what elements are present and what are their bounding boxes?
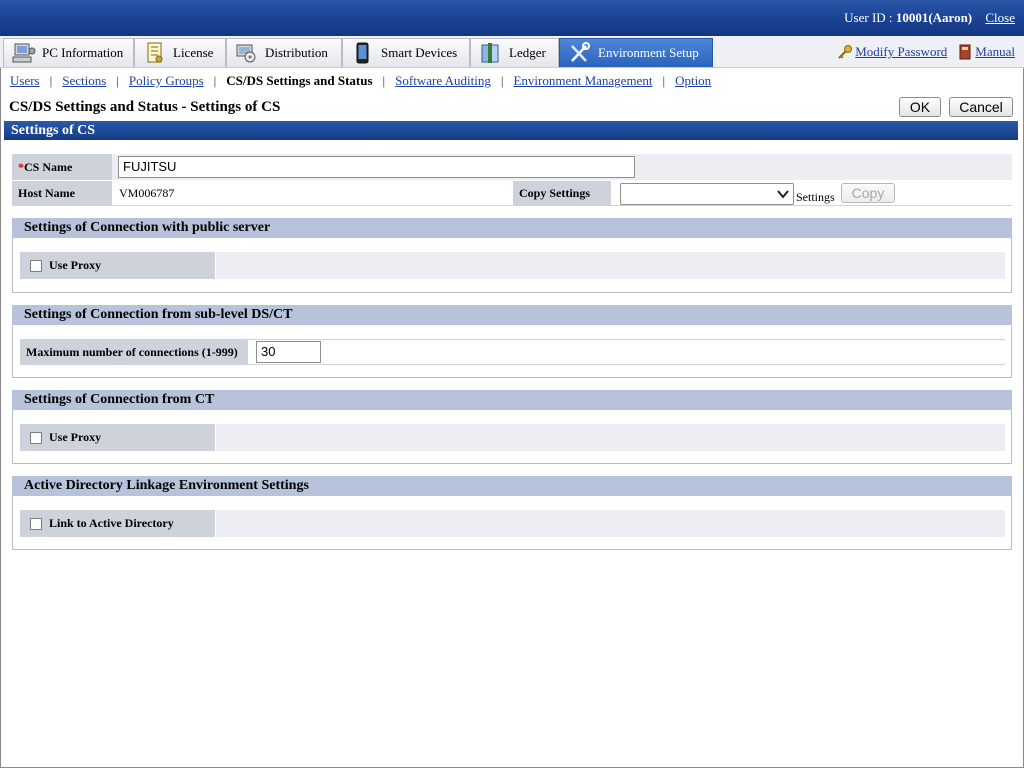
- tab-smart-devices[interactable]: Smart Devices: [342, 38, 470, 67]
- user-info: User ID : 10001(Aaron) Close: [844, 10, 1015, 26]
- use-proxy-ct-label: Use Proxy: [49, 430, 102, 444]
- row-fill: [216, 252, 1005, 279]
- subnav-cs-ds-settings-current: CS/DS Settings and Status: [226, 73, 373, 88]
- license-icon: [147, 42, 163, 63]
- use-proxy-public-label: Use Proxy: [49, 258, 102, 272]
- tab-license[interactable]: License: [134, 38, 226, 67]
- copy-settings-select[interactable]: [620, 183, 794, 205]
- manual-book-icon: [959, 44, 971, 60]
- subnav-separator: |: [382, 73, 386, 88]
- tab-label: Ledger: [509, 45, 546, 60]
- subnav-separator: |: [662, 73, 666, 88]
- group-sub-level-title: Settings of Connection from sub-level DS…: [12, 305, 1012, 325]
- copy-settings-suffix: Settings: [796, 190, 835, 204]
- user-id-value: 10001(Aaron): [895, 10, 973, 25]
- tab-label: Environment Setup: [598, 45, 699, 60]
- ledger-icon: [481, 43, 499, 63]
- divider: [12, 205, 1012, 206]
- close-link[interactable]: Close: [985, 10, 1015, 25]
- user-id-label: User ID :: [844, 10, 893, 25]
- row-fill: [216, 424, 1005, 451]
- tab-environment-setup[interactable]: Environment Setup: [559, 38, 713, 67]
- max-connections-label: Maximum number of connections (1-999): [20, 339, 248, 365]
- link-active-directory-label: Link to Active Directory: [49, 516, 174, 530]
- distribution-icon: [236, 44, 256, 63]
- use-proxy-ct-checkbox[interactable]: [30, 431, 42, 444]
- host-name-label: Host Name: [12, 181, 112, 205]
- cs-name-label-text: CS Name: [24, 159, 73, 174]
- group-public-server-title: Settings of Connection with public serve…: [12, 218, 1012, 238]
- host-name-value: VM006787: [119, 186, 175, 200]
- subnav-separator: |: [500, 73, 504, 88]
- ok-button[interactable]: OK: [899, 97, 941, 117]
- copy-settings-label: Copy Settings: [513, 181, 611, 205]
- section-header-settings-of-cs: Settings of CS: [4, 121, 1018, 140]
- key-icon: [838, 45, 853, 59]
- subnav-sections[interactable]: Sections: [62, 73, 106, 89]
- subnav-separator: |: [49, 73, 53, 88]
- tab-label: Smart Devices: [381, 45, 458, 60]
- tab-pc-information[interactable]: PC Information: [3, 38, 134, 67]
- row-fill: [248, 339, 1005, 365]
- subnav-option[interactable]: Option: [675, 73, 711, 89]
- cs-name-input[interactable]: FUJITSU: [118, 156, 635, 178]
- tab-ledger[interactable]: Ledger: [470, 38, 559, 67]
- subnav-users[interactable]: Users: [10, 73, 40, 89]
- subnav-separator: |: [213, 73, 217, 88]
- subnav-environment-management[interactable]: Environment Management: [513, 73, 652, 89]
- cancel-button[interactable]: Cancel: [949, 97, 1013, 117]
- copy-button[interactable]: Copy: [841, 183, 895, 203]
- chevron-down-icon: [777, 190, 789, 199]
- group-from-ct-title: Settings of Connection from CT: [12, 390, 1012, 410]
- group-active-directory-title: Active Directory Linkage Environment Set…: [12, 476, 1012, 496]
- tab-label: PC Information: [42, 45, 124, 60]
- subnav-software-auditing[interactable]: Software Auditing: [395, 73, 491, 89]
- sub-navigation: Users | Sections | Policy Groups | CS/DS…: [10, 72, 711, 90]
- main-tab-bar: PC Information License Distribution Smar…: [0, 36, 1024, 68]
- smart-device-icon: [356, 42, 369, 64]
- use-proxy-public-checkbox[interactable]: [30, 259, 42, 272]
- link-active-directory-row[interactable]: Link to Active Directory: [20, 510, 215, 537]
- row-fill: [216, 510, 1005, 537]
- page-title: CS/DS Settings and Status - Settings of …: [9, 99, 281, 115]
- link-active-directory-checkbox[interactable]: [30, 517, 42, 530]
- top-bar: User ID : 10001(Aaron) Close: [0, 0, 1024, 36]
- use-proxy-public-row[interactable]: Use Proxy: [20, 252, 215, 279]
- pc-icon: [12, 43, 36, 63]
- manual-link[interactable]: Manual: [975, 44, 1015, 60]
- use-proxy-ct-row[interactable]: Use Proxy: [20, 424, 215, 451]
- tab-label: Distribution: [265, 45, 328, 60]
- cs-name-label: * CS Name: [12, 154, 112, 180]
- top-links: Modify Password Manual: [827, 44, 1015, 60]
- subnav-separator: |: [116, 73, 119, 88]
- modify-password-link[interactable]: Modify Password: [855, 44, 947, 60]
- tab-label: License: [173, 45, 214, 60]
- subnav-policy-groups[interactable]: Policy Groups: [129, 73, 204, 89]
- tools-icon: [571, 42, 590, 62]
- max-connections-input[interactable]: 30: [256, 341, 321, 363]
- tab-distribution[interactable]: Distribution: [226, 38, 342, 67]
